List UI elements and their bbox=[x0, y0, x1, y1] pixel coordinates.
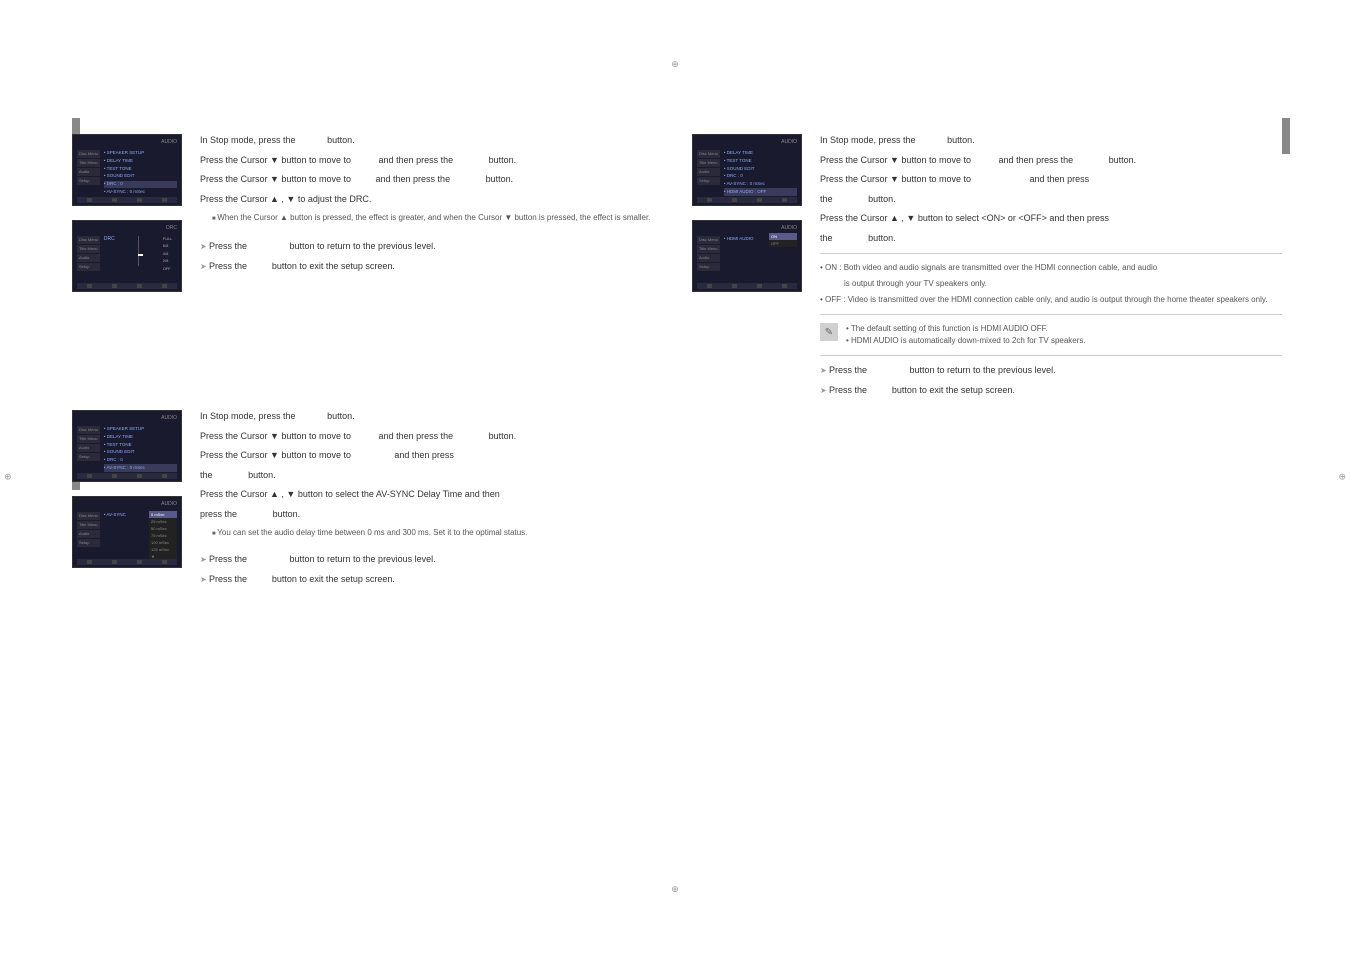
on-desc: • ON : Both video and audio signals are … bbox=[820, 262, 1282, 274]
divider bbox=[820, 314, 1282, 315]
return-hint: Press the RETURN button to return to the… bbox=[200, 553, 662, 567]
cropmark-left: ⊕ bbox=[4, 470, 12, 484]
cropmark-bottom: ⊕ bbox=[660, 883, 690, 897]
note-box: ✎ • The default setting of this function… bbox=[820, 323, 1282, 347]
cropmark-right: ⊕ bbox=[1338, 470, 1346, 484]
page-tab bbox=[1282, 118, 1290, 154]
screenshot-hdmi-popup: AUDIO Disc MenuTitle Menu AudioSetup • H… bbox=[692, 220, 802, 292]
drc-section: AUDIO Disc MenuTitle Menu AudioSetup • S… bbox=[72, 134, 662, 292]
left-page: AUDIO Disc MenuTitle Menu AudioSetup • S… bbox=[72, 134, 662, 834]
step: the ENTER button. bbox=[820, 232, 1282, 246]
on-desc2: is output through your TV speakers only. bbox=[844, 278, 1282, 290]
step: Press the Cursor ▼ button to move to Aud… bbox=[200, 154, 662, 168]
screenshot-avsync-menu: AUDIO Disc MenuTitle Menu AudioSetup • S… bbox=[72, 410, 182, 482]
right-page: AUDIO Disc MenuTitle Menu AudioSetup • D… bbox=[692, 134, 1282, 834]
screenshot-avsync-popup: AUDIO Disc MenuTitle Menu AudioSetup • A… bbox=[72, 496, 182, 568]
divider bbox=[820, 355, 1282, 356]
return-hint: Press the RETURN button to return to the… bbox=[820, 364, 1282, 378]
step: Press the Cursor ▲ , ▼ to adjust the DRC… bbox=[200, 193, 662, 207]
off-desc: • OFF : Video is transmitted over the HD… bbox=[820, 294, 1282, 306]
screenshot-hdmi-menu: AUDIO Disc MenuTitle Menu AudioSetup • D… bbox=[692, 134, 802, 206]
step: Press the Cursor ▼ button to move to AV-… bbox=[200, 449, 662, 463]
exit-hint: Press the EXIT button to exit the setup … bbox=[820, 384, 1282, 398]
step: In Stop mode, press the MENU button. bbox=[200, 410, 662, 424]
step: In Stop mode, press the MENU button. bbox=[820, 134, 1282, 148]
step: the ENTER button. bbox=[200, 469, 662, 483]
note: When the Cursor ▲ button is pressed, the… bbox=[212, 212, 662, 224]
avsync-section: AUDIO Disc MenuTitle Menu AudioSetup • S… bbox=[72, 410, 662, 592]
step: Press the Cursor ▲ , ▼ button to select … bbox=[820, 212, 1282, 226]
hdmi-section: AUDIO Disc MenuTitle Menu AudioSetup • D… bbox=[692, 134, 1282, 403]
return-hint: Press the RETURN button to return to the… bbox=[200, 240, 662, 254]
exit-hint: Press the EXIT button to exit the setup … bbox=[200, 573, 662, 587]
step: In Stop mode, press the MENU button. bbox=[200, 134, 662, 148]
note: You can set the audio delay time between… bbox=[212, 527, 662, 539]
exit-hint: Press the EXIT button to exit the setup … bbox=[200, 260, 662, 274]
step: Press the Cursor ▼ button to move to DRC… bbox=[200, 173, 662, 187]
step: Press the Cursor ▼ button to move to HDM… bbox=[820, 173, 1282, 187]
step: Press the Cursor ▼ button to move to Aud… bbox=[200, 430, 662, 444]
screenshot-drc-menu: AUDIO Disc MenuTitle Menu AudioSetup • S… bbox=[72, 134, 182, 206]
divider bbox=[820, 253, 1282, 254]
screenshot-drc-slider: DRC Disc MenuTitle Menu AudioSetup DRC F… bbox=[72, 220, 182, 292]
step: Press the Cursor ▼ button to move to Aud… bbox=[820, 154, 1282, 168]
note-icon: ✎ bbox=[820, 323, 838, 341]
step: Press the Cursor ▲ , ▼ button to select … bbox=[200, 488, 662, 502]
cropmark-top: ⊕ bbox=[660, 58, 690, 72]
step: press the ENTER button. bbox=[200, 508, 662, 522]
step: the ENTER button. bbox=[820, 193, 1282, 207]
